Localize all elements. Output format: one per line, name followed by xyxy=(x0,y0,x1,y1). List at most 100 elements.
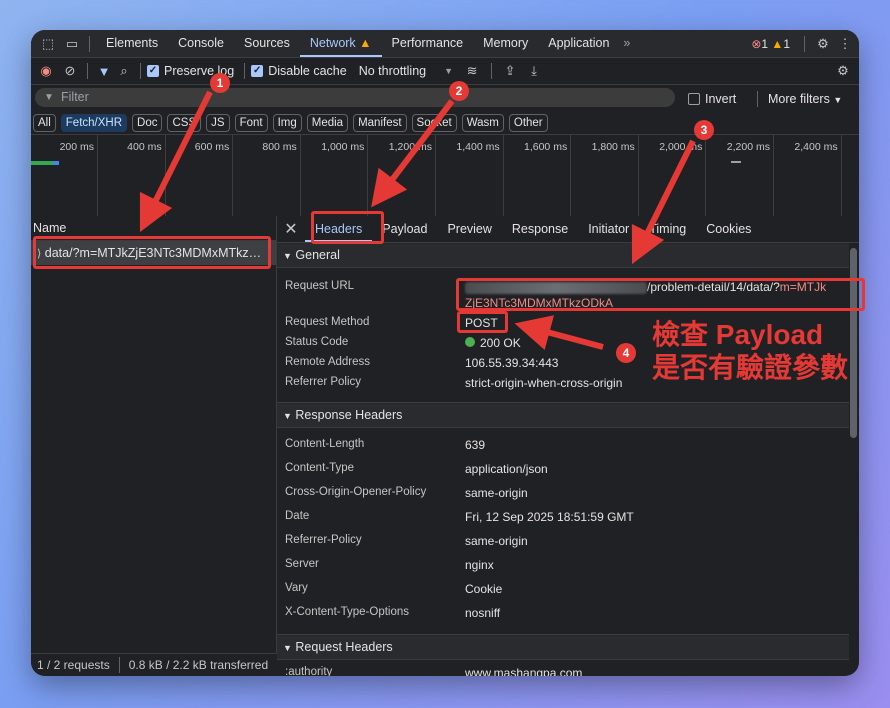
request-headers-section: :authority www.mashangpa.com xyxy=(277,660,849,676)
disable-cache-checkbox[interactable]: ✓ Disable cache xyxy=(251,64,347,78)
request-headers-section-header[interactable]: ▼ Request Headers xyxy=(277,635,849,660)
response-header-value: same-origin xyxy=(465,534,528,548)
response-header-value: Fri, 12 Sep 2025 18:51:59 GMT xyxy=(465,510,634,524)
divider xyxy=(118,657,120,673)
response-header-key: Referrer-Policy xyxy=(285,534,362,546)
status-bar: 1 / 2 requests 0.8 kB / 2.2 kB transferr… xyxy=(31,653,276,676)
tab-elements[interactable]: Elements xyxy=(96,30,168,57)
tab-application[interactable]: Application xyxy=(538,30,619,57)
warning-icon: ▲ xyxy=(359,36,372,50)
annotation-box-headers-tab xyxy=(311,211,384,244)
more-filters-dropdown[interactable]: More filters ▼ xyxy=(768,92,842,106)
resource-type-filters: All Fetch/XHR Doc CSS JS Font Img Media Manifest… xyxy=(31,112,859,134)
tab-console[interactable]: Console xyxy=(168,30,234,57)
response-header-value: nosniff xyxy=(465,606,501,620)
export-har-icon[interactable]: ⤓ xyxy=(522,63,546,79)
close-icon[interactable]: ✕ xyxy=(277,219,305,239)
timeline-request-bar xyxy=(31,161,53,165)
tab-preview[interactable]: Preview xyxy=(437,216,501,242)
tab-initiator[interactable]: Initiator xyxy=(578,216,639,242)
filter-chip-font[interactable]: Font xyxy=(234,114,268,132)
timeline-tick-label: 400 ms xyxy=(127,141,162,153)
device-toolbar-icon[interactable]: ▭ xyxy=(61,36,83,52)
filter-chip-js[interactable]: JS xyxy=(206,114,230,132)
status-code-text: 200 OK xyxy=(480,336,521,350)
warning-counter-icon: ▲ xyxy=(771,36,784,51)
timeline-gridline xyxy=(299,135,301,216)
tab-memory[interactable]: Memory xyxy=(473,30,538,57)
tab-response[interactable]: Response xyxy=(502,216,578,242)
tab-sources[interactable]: Sources xyxy=(234,30,300,57)
throttling-select[interactable]: No throttling ▼ xyxy=(359,64,453,78)
timeline-tick-label: 200 ms xyxy=(59,141,94,153)
dropdown-caret-icon: ▼ xyxy=(444,66,454,76)
filter-chip-other[interactable]: Other xyxy=(508,114,548,132)
filter-chip-img[interactable]: Img xyxy=(272,114,302,132)
expand-triangle-icon: ▼ xyxy=(283,251,292,261)
import-har-icon[interactable]: ⇪ xyxy=(498,63,522,79)
tab-performance[interactable]: Performance xyxy=(382,30,474,57)
invert-checkbox[interactable]: Invert xyxy=(688,92,736,106)
details-scrollbar[interactable] xyxy=(850,248,857,438)
response-header-key: Content-Type xyxy=(285,462,355,474)
status-ok-dot-icon xyxy=(465,337,475,347)
filter-chip-media[interactable]: Media xyxy=(306,114,349,132)
timeline-gridline xyxy=(570,135,572,216)
response-header-key: Content-Length xyxy=(285,438,365,450)
search-icon[interactable]: ⌕ xyxy=(114,63,134,79)
tab-timing[interactable]: Timing xyxy=(639,216,696,242)
annotation-badge-4: 4 xyxy=(616,343,636,363)
filter-placeholder: Filter xyxy=(61,90,89,104)
inspect-element-icon[interactable]: ⬚ xyxy=(35,36,61,52)
expand-triangle-icon: ▼ xyxy=(283,411,292,421)
filter-chip-all[interactable]: All xyxy=(33,114,56,132)
divider xyxy=(244,63,246,79)
general-title: General xyxy=(295,248,340,262)
tab-network[interactable]: Network ▲ xyxy=(299,30,382,57)
timeline-gridline xyxy=(773,135,774,216)
filter-chip-fetchxhr[interactable]: Fetch/XHR xyxy=(60,114,128,132)
divider xyxy=(89,35,90,52)
timeline-gridline xyxy=(637,135,639,216)
response-header-key: X-Content-Type-Options xyxy=(285,606,410,618)
kebab-menu-icon[interactable]: ⋮ xyxy=(835,36,855,52)
filter-chip-doc[interactable]: Doc xyxy=(132,114,163,132)
filter-funnel-icon[interactable]: ▼ xyxy=(94,64,114,79)
filter-chip-manifest[interactable]: Manifest xyxy=(353,114,407,132)
filter-input[interactable]: ▼ Filter xyxy=(35,88,675,107)
request-list: Name ⟩ data/?m=MTJkZjE3NTc3MDMxMTkz… xyxy=(31,216,277,654)
error-icon: ⊗ xyxy=(751,36,762,51)
network-conditions-icon[interactable]: ≋ xyxy=(459,63,485,79)
response-headers-title: Response Headers xyxy=(295,408,403,422)
timeline-tick-label: 2,000 ms xyxy=(659,141,703,153)
clear-icon[interactable]: ⊘ xyxy=(59,63,81,79)
timeline-tick-label: 1,000 ms xyxy=(321,141,365,153)
more-tabs-icon[interactable]: » xyxy=(619,30,634,57)
response-headers-section-header[interactable]: ▼ Response Headers xyxy=(277,403,849,428)
response-header-value: same-origin xyxy=(465,486,528,500)
timeline-gridline xyxy=(232,135,234,216)
disable-cache-label: Disable cache xyxy=(268,64,347,78)
filter-chip-socket[interactable]: Socket xyxy=(411,114,457,132)
timeline-gridline xyxy=(502,135,504,216)
dropdown-caret-icon: ▼ xyxy=(833,94,843,105)
settings-gear-icon[interactable]: ⚙ xyxy=(811,36,835,52)
response-header-key: Vary xyxy=(285,582,308,594)
remote-address-value: 106.55.39.34:443 xyxy=(465,356,559,370)
filter-row: ▼ Filter Invert More filters ▼ xyxy=(31,85,859,112)
annotation-box-request-url xyxy=(456,278,865,311)
general-section-header[interactable]: ▼ General xyxy=(277,243,849,268)
annotation-box-method xyxy=(457,311,508,333)
response-header-value: 639 xyxy=(465,438,486,452)
timeline-gridline xyxy=(435,135,436,216)
network-settings-gear-icon[interactable]: ⚙ xyxy=(831,63,855,79)
filter-chip-wasm[interactable]: Wasm xyxy=(461,114,504,132)
timeline-tick-label: 1,400 ms xyxy=(456,141,500,153)
filter-chip-css[interactable]: CSS xyxy=(167,114,202,132)
tab-cookies[interactable]: Cookies xyxy=(696,216,761,242)
stop-recording-icon[interactable]: ◉ xyxy=(33,63,59,79)
timeline-overview[interactable]: 200 ms 400 ms 600 ms 800 ms 1,000 ms 1,200 ms… xyxy=(31,134,859,217)
error-counter[interactable]: ⊗1 ▲1 xyxy=(751,37,790,51)
timeline-gridline xyxy=(164,135,166,216)
response-header-value: application/json xyxy=(465,462,548,476)
